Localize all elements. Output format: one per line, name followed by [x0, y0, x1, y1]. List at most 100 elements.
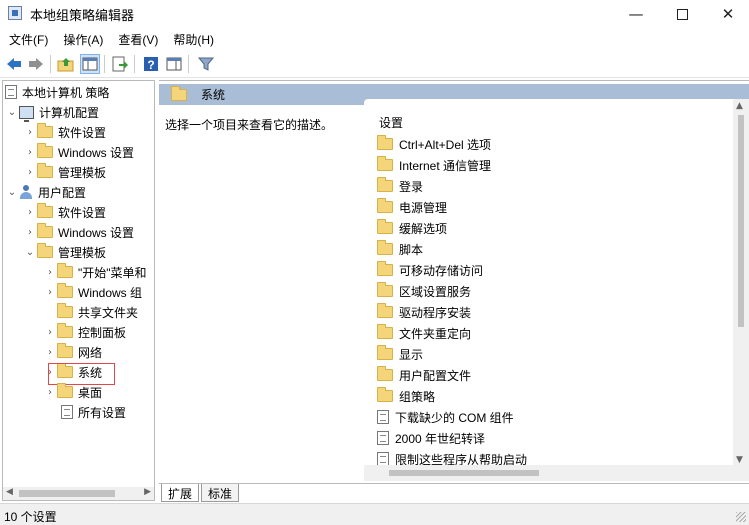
- tree-item-control-panel[interactable]: › 控制面板: [43, 322, 126, 342]
- folder-icon: [57, 263, 73, 278]
- chevron-down-icon[interactable]: ⌄: [5, 182, 19, 202]
- chevron-right-icon[interactable]: ›: [43, 322, 57, 342]
- chevron-right-icon[interactable]: ›: [23, 142, 37, 162]
- chevron-right-icon[interactable]: ›: [23, 202, 37, 222]
- list-item[interactable]: 可移动存储访问: [377, 260, 483, 280]
- maximize-button[interactable]: [659, 0, 705, 28]
- tree-item-uc-admin[interactable]: ⌄ 管理模板: [23, 242, 106, 262]
- tree-item-computer-config[interactable]: ⌄ 计算机配置: [5, 102, 99, 122]
- tree-item-start-menu[interactable]: › "开始"菜单和: [43, 262, 147, 282]
- list-item[interactable]: 显示: [377, 344, 423, 364]
- chevron-right-icon[interactable]: ›: [43, 342, 57, 362]
- chevron-right-icon[interactable]: ›: [23, 162, 37, 182]
- tree-item-all-settings[interactable]: 所有设置: [61, 402, 126, 422]
- list-item[interactable]: 登录: [377, 176, 423, 196]
- tree-item-local-policy[interactable]: 本地计算机 策略: [5, 82, 109, 102]
- filter-icon: [198, 57, 214, 71]
- scrollbar-thumb[interactable]: [389, 470, 539, 476]
- up-one-level-button[interactable]: [56, 54, 76, 74]
- back-button[interactable]: [4, 54, 24, 74]
- tree-item-cc-admin[interactable]: › 管理模板: [23, 162, 106, 182]
- list-item[interactable]: 区域设置服务: [377, 281, 471, 301]
- column-header-setting[interactable]: 设置: [379, 114, 403, 131]
- tab-standard[interactable]: 标准: [201, 484, 240, 502]
- properties-pane-button[interactable]: [164, 54, 184, 74]
- all-settings-icon: [61, 405, 73, 419]
- list-item[interactable]: 电源管理: [377, 197, 447, 217]
- scrollbar-thumb[interactable]: [738, 115, 744, 327]
- tab-expanded[interactable]: 扩展: [161, 484, 200, 502]
- folder-icon: [57, 343, 73, 358]
- back-arrow-icon: [7, 58, 21, 70]
- tree-label: 控制面板: [78, 325, 127, 340]
- menu-help[interactable]: 帮助(H): [164, 28, 214, 49]
- list-item[interactable]: 脚本: [377, 239, 423, 259]
- resize-grip-icon[interactable]: [736, 512, 746, 522]
- close-button[interactable]: ✕: [705, 0, 749, 28]
- menu-file[interactable]: 文件(F): [0, 28, 48, 49]
- tree-item-shared-folders[interactable]: 共享文件夹: [57, 302, 138, 322]
- forward-button[interactable]: [26, 54, 46, 74]
- list-item[interactable]: 用户配置文件: [377, 365, 471, 385]
- list-item[interactable]: 文件夹重定向: [377, 323, 471, 343]
- list-horizontal-scrollbar[interactable]: [364, 465, 749, 481]
- list-vertical-scrollbar[interactable]: ▲ ▼: [733, 99, 749, 467]
- tree-label: 桌面: [78, 385, 103, 400]
- tree-label: Windows 组: [78, 285, 143, 300]
- chevron-right-icon[interactable]: ›: [43, 282, 57, 302]
- folder-icon: [37, 203, 53, 218]
- tree-horizontal-scrollbar[interactable]: ◀ ▶: [3, 487, 154, 500]
- list-item[interactable]: Internet 通信管理: [377, 155, 491, 175]
- tree-item-cc-software[interactable]: › 软件设置: [23, 122, 106, 142]
- scroll-down-arrow-icon[interactable]: ▼: [736, 455, 743, 465]
- folder-icon: [37, 123, 53, 138]
- tree-item-network[interactable]: › 网络: [43, 342, 102, 362]
- menu-bar: 文件(F) 操作(A) 查看(V) 帮助(H): [0, 28, 749, 49]
- setting-icon: [377, 431, 389, 445]
- toolbar-separator: [134, 55, 135, 73]
- tree-item-windows-components[interactable]: › Windows 组: [43, 282, 142, 302]
- help-button[interactable]: ?: [141, 54, 161, 74]
- chevron-right-icon[interactable]: ›: [43, 262, 57, 282]
- list-item[interactable]: 2000 年世纪转译: [377, 428, 485, 448]
- list-item[interactable]: 驱动程序安装: [377, 302, 471, 322]
- chevron-right-icon[interactable]: ›: [23, 122, 37, 142]
- setting-icon: [377, 452, 389, 466]
- tree-item-uc-software[interactable]: › 软件设置: [23, 202, 106, 222]
- description-text: 选择一个项目来查看它的描述。: [165, 118, 334, 132]
- chevron-right-icon[interactable]: ›: [43, 382, 57, 402]
- tree-item-desktop[interactable]: › 桌面: [43, 382, 102, 402]
- scroll-right-arrow-icon[interactable]: ▶: [144, 487, 151, 497]
- chevron-right-icon[interactable]: ›: [23, 222, 37, 242]
- tree-item-user-config[interactable]: ⌄ 用户配置: [5, 182, 86, 202]
- user-icon: [19, 185, 33, 199]
- menu-view[interactable]: 查看(V): [109, 28, 158, 49]
- list-item[interactable]: 下载缺少的 COM 组件: [377, 407, 514, 427]
- folder-icon: [37, 243, 53, 258]
- scroll-up-arrow-icon[interactable]: ▲: [736, 101, 743, 111]
- folder-icon: [377, 303, 393, 318]
- export-list-button[interactable]: [110, 54, 130, 74]
- computer-icon: [19, 105, 34, 122]
- show-hide-tree-button[interactable]: [80, 54, 100, 74]
- scrollbar-thumb[interactable]: [19, 490, 115, 497]
- chevron-down-icon[interactable]: ⌄: [23, 242, 37, 262]
- help-icon: ?: [144, 57, 158, 72]
- settings-list: 设置 Ctrl+Alt+Del 选项 Internet 通信管理 登录 电源管理…: [364, 99, 734, 467]
- list-item[interactable]: Ctrl+Alt+Del 选项: [377, 134, 491, 154]
- folder-icon: [377, 240, 393, 255]
- chevron-down-icon[interactable]: ⌄: [5, 102, 19, 122]
- list-item[interactable]: 缓解选项: [377, 218, 447, 238]
- policy-document-icon: [5, 85, 17, 99]
- list-item[interactable]: 组策略: [377, 386, 435, 406]
- minimize-button[interactable]: —: [613, 0, 659, 28]
- filter-button[interactable]: [196, 54, 216, 74]
- gpedit-app-icon: [8, 6, 22, 20]
- properties-pane-icon: [166, 57, 182, 71]
- scroll-left-arrow-icon[interactable]: ◀: [6, 487, 13, 497]
- tree-item-cc-windows[interactable]: › Windows 设置: [23, 142, 134, 162]
- show-hide-tree-icon: [82, 57, 98, 71]
- tree-item-uc-windows[interactable]: › Windows 设置: [23, 222, 134, 242]
- up-folder-icon: [57, 58, 74, 72]
- menu-action[interactable]: 操作(A): [54, 28, 103, 49]
